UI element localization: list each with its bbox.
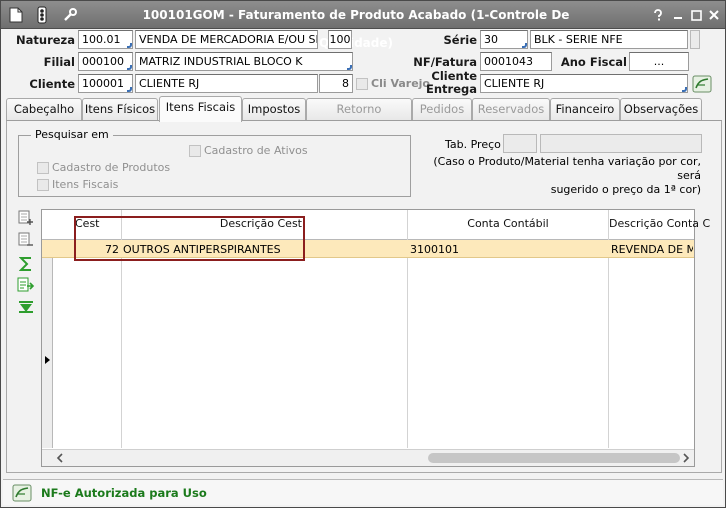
cli-varejo-box[interactable] [356, 77, 368, 90]
current-row-pointer-icon [44, 354, 51, 367]
cliente-entrega-label: Cliente Entrega [425, 69, 477, 96]
search-legend: Pesquisar em [31, 128, 113, 141]
natureza-number-field[interactable]: 100 [328, 30, 352, 49]
status-text: NF-e Autorizada para Uso [41, 486, 207, 500]
cadastro-produtos-box[interactable] [37, 161, 49, 174]
scroll-left-icon[interactable] [56, 453, 64, 466]
document-icon[interactable] [7, 6, 25, 24]
cell-conta-contabil[interactable]: 3100101 [410, 243, 606, 256]
main-window: 100101GOM - Faturamento de Produto Acaba… [0, 0, 726, 508]
fiscal-items-grid[interactable]: Cest Descrição Cest Conta Contábil Descr… [41, 209, 710, 467]
window-title: 100101GOM - Faturamento de Produto Acaba… [142, 8, 570, 50]
tab-preco-code-field[interactable] [503, 134, 537, 153]
tab-itens-fisicos[interactable]: Itens Físicos [82, 98, 158, 120]
add-row-icon[interactable] [17, 209, 35, 227]
selection-highlight [74, 216, 305, 261]
sum-icon[interactable] [17, 255, 35, 273]
nf-fatura-field[interactable]: 0001043 [480, 52, 552, 71]
traffic-light-icon[interactable] [33, 6, 51, 24]
tab-observacoes[interactable]: Observações [620, 98, 702, 120]
status-bar: NF-e Autorizada para Uso [3, 479, 723, 505]
tab-impostos[interactable]: Impostos [242, 98, 306, 120]
filial-code-field[interactable]: 000100 [78, 52, 133, 71]
tab-preco-label: Tab. Preço [445, 138, 501, 151]
itens-fiscais-panel: Pesquisar em Cadastro de Ativos Cadastro… [6, 121, 722, 473]
tab-retorno-simbolico[interactable]: Retorno Simbólico [306, 98, 412, 137]
itens-fiscais-option[interactable]: Itens Fiscais [37, 178, 118, 191]
help-icon[interactable] [651, 8, 665, 22]
column-header-conta-contabil[interactable]: Conta Contábil [408, 217, 608, 230]
nfe-icon [11, 483, 33, 506]
tab-preco-note: (Caso o Produto/Material tenha variação … [427, 155, 701, 197]
serie-code-field[interactable]: 30 [480, 30, 528, 49]
tab-preco-description-field[interactable] [540, 134, 702, 153]
cadastro-ativos-label: Cadastro de Ativos [204, 144, 308, 157]
tab-pedidos[interactable]: Pedidos [412, 98, 472, 120]
sort-down-icon[interactable] [17, 298, 35, 316]
tab-preco-note-line2: sugerido o preço da 1ª cor) [550, 183, 701, 196]
tab-itens-fiscais[interactable]: Itens Fiscais [159, 96, 242, 122]
minimize-icon[interactable] [671, 8, 685, 22]
column-header-descricao-conta[interactable]: Descrição Conta C [609, 217, 710, 230]
cliente-number-field[interactable]: 8 [319, 74, 353, 93]
tab-strip: Cabeçalho Itens Físicos Itens Fiscais Im… [6, 96, 722, 137]
remove-row-icon[interactable] [17, 231, 35, 249]
cliente-entrega-field[interactable]: CLIENTE RJ [480, 74, 688, 93]
ano-fiscal-label: Ano Fiscal [560, 55, 627, 69]
cadastro-produtos-label: Cadastro de Produtos [52, 161, 171, 174]
scrollbar-thumb[interactable] [428, 453, 680, 463]
filial-label: Filial [43, 55, 75, 69]
natureza-code-field[interactable]: 100.01 [78, 30, 133, 49]
tab-preco-note-line1: (Caso o Produto/Material tenha variação … [433, 155, 701, 182]
scroll-right-icon[interactable] [682, 453, 690, 466]
serie-description-field[interactable]: BLK - SERIE NFE [530, 30, 688, 49]
nf-fatura-label: NF/Fatura [413, 55, 477, 69]
title-bar: 100101GOM - Faturamento de Produto Acaba… [1, 1, 725, 50]
filial-description-field[interactable]: MATRIZ INDUSTRIAL BLOCO K [135, 52, 353, 71]
ano-fiscal-field[interactable]: ... [629, 52, 689, 71]
maximize-icon[interactable] [689, 8, 703, 22]
itens-fiscais-label: Itens Fiscais [52, 178, 119, 191]
cadastro-ativos-option[interactable]: Cadastro de Ativos [189, 144, 308, 157]
nfe-document-icon[interactable] [691, 74, 713, 94]
close-icon[interactable] [707, 8, 721, 22]
cadastro-ativos-box[interactable] [189, 144, 201, 157]
serie-extra-field [690, 30, 700, 49]
cliente-code-field[interactable]: 100001 [78, 74, 133, 93]
natureza-description-field[interactable]: VENDA DE MERCADORIA E/OU SERVI [135, 30, 318, 49]
itens-fiscais-box[interactable] [37, 178, 49, 191]
cell-descricao-conta[interactable]: REVENDA DE MER [611, 243, 693, 256]
natureza-label: Natureza [16, 33, 75, 47]
wrench-icon[interactable] [61, 6, 79, 24]
cliente-label: Cliente [29, 77, 75, 91]
horizontal-scrollbar[interactable] [42, 449, 694, 466]
serie-label: Série [443, 33, 478, 47]
search-group: Pesquisar em Cadastro de Ativos Cadastro… [18, 128, 411, 197]
tab-cabecalho[interactable]: Cabeçalho [6, 98, 82, 120]
tab-reservados[interactable]: Reservados [472, 98, 550, 120]
cliente-description-field[interactable]: CLIENTE RJ [135, 74, 318, 93]
tab-financeiro[interactable]: Financeiro [550, 98, 620, 120]
cadastro-produtos-option[interactable]: Cadastro de Produtos [37, 161, 170, 174]
export-icon[interactable] [17, 276, 35, 294]
